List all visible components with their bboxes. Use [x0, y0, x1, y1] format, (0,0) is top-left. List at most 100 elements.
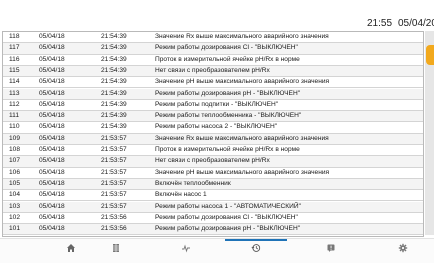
event-log-list[interactable]: 118 05/04/18 21:54:39 Значение Rx выше макс… [2, 31, 424, 237]
bottom-nav [0, 238, 434, 263]
alert-icon [327, 244, 335, 252]
log-id: 110 [9, 123, 20, 131]
nav-tab-settings[interactable] [372, 239, 434, 264]
log-row[interactable]: 113 05/04/18 21:54:39 Режим работы дозирова… [3, 88, 423, 100]
log-date: 05/04/18 [39, 157, 65, 165]
log-time: 21:53:56 [101, 225, 127, 233]
log-id: 103 [9, 202, 21, 210]
log-date: 05/04/18 [39, 202, 65, 210]
grid-icon [113, 244, 119, 252]
log-row[interactable]: 112 05/04/18 21:54:39 Режим работы подпитки… [3, 100, 423, 112]
log-row[interactable]: 110 05/04/18 21:54:39 Режим работы насоса 2… [3, 122, 423, 134]
log-message: Проток в измерительной ячейке pH/Rx в но… [155, 55, 300, 63]
log-date: 05/04/18 [39, 123, 65, 131]
nav-tab-history[interactable] [225, 239, 287, 264]
log-id: 115 [9, 66, 20, 74]
log-message: Режим работы дозирования pH - "ВЫКЛЮЧЕН" [155, 89, 301, 97]
log-time: 21:54:39 [101, 66, 127, 74]
log-message: Режим работы насоса 1 - "АВТОМАТИЧЕСКИЙ" [155, 202, 301, 210]
log-date: 05/04/18 [39, 112, 65, 120]
log-date: 05/04/18 [39, 89, 65, 97]
log-message: Значение pH выше максимального аварийног… [155, 78, 330, 86]
log-message: Значение Rx выше максимального аварийног… [155, 134, 329, 142]
nav-tab-trends[interactable] [155, 239, 217, 264]
log-row[interactable]: 115 05/04/18 21:54:39 Нет связи с преобразо… [3, 65, 423, 78]
log-row[interactable]: 117 05/04/18 21:54:39 Режим работы дозирова… [3, 43, 423, 55]
gear-icon [398, 243, 408, 253]
log-date: 05/04/18 [39, 33, 65, 40]
log-id: 102 [9, 213, 21, 221]
log-row[interactable]: 107 05/04/18 21:53:57 Нет связи с преобразо… [3, 156, 423, 168]
log-message: Режим работы дозирования Cl - "ВЫКЛЮЧЕН" [155, 213, 298, 221]
log-id: 108 [9, 146, 21, 153]
log-time: 21:54:39 [101, 44, 127, 52]
log-row[interactable]: 102 05/04/18 21:53:56 Режим работы дозирова… [3, 213, 423, 225]
log-message: Включён теплообменник [155, 179, 231, 187]
log-id: 107 [9, 157, 21, 165]
log-row[interactable]: 101 05/04/18 21:53:56 Режим работы дозирова… [3, 224, 423, 236]
log-date: 05/04/18 [39, 134, 65, 142]
log-id: 104 [9, 191, 21, 199]
log-message: Значение Rx выше максимального аварийног… [155, 33, 329, 40]
log-time: 21:54:39 [101, 55, 127, 63]
log-date: 05/04/18 [39, 168, 65, 176]
log-id: 112 [9, 100, 20, 108]
log-id: 106 [9, 168, 21, 176]
home-icon [67, 244, 75, 252]
log-time: 21:54:39 [101, 33, 127, 40]
log-message: Режим работы дозирования pH - "ВЫКЛЮЧЕН" [155, 225, 301, 233]
log-message: Включён насос 1 [155, 191, 207, 199]
log-date: 05/04/18 [39, 191, 65, 199]
log-row[interactable]: 104 05/04/18 21:53:57 Включён насос 1 [3, 190, 423, 202]
log-row[interactable]: 111 05/04/18 21:54:39 Режим работы теплообм… [3, 111, 423, 123]
log-message: Нет связи с преобразователем pH/Rx [155, 157, 270, 165]
history-icon [251, 244, 261, 252]
log-message: Проток в измерительной ячейке pH/Rx в но… [155, 146, 300, 153]
log-message: Значение pH выше максимального аварийног… [155, 168, 330, 176]
log-time: 21:53:56 [101, 213, 127, 221]
log-id: 117 [9, 44, 20, 52]
log-time: 21:54:39 [101, 112, 127, 120]
log-message: Режим работы насоса 2 - "ВЫКЛЮЧЕН" [155, 123, 278, 131]
log-row[interactable]: 103 05/04/18 21:53:57 Режим работы насоса 1… [3, 201, 423, 213]
log-row[interactable]: 114 05/04/18 21:54:39 Значение pH выше макс… [3, 77, 423, 89]
clock-date: 05/04/2018 [398, 18, 434, 29]
log-id: 116 [9, 55, 20, 63]
log-id: 101 [9, 225, 21, 233]
log-time: 21:53:57 [101, 134, 127, 142]
log-id: 111 [9, 112, 20, 120]
log-id: 114 [9, 78, 20, 86]
log-id: 118 [9, 33, 20, 40]
log-date: 05/04/18 [39, 78, 65, 86]
log-id: 109 [9, 134, 21, 142]
nav-tab-overview[interactable] [85, 239, 147, 264]
log-date: 05/04/18 [39, 55, 65, 63]
log-time: 21:54:39 [101, 78, 127, 86]
log-message: Режим работы дозирования Cl - "ВЫКЛЮЧЕН" [155, 44, 298, 52]
nav-tab-alarms[interactable] [300, 239, 362, 264]
log-date: 05/04/18 [39, 225, 65, 233]
log-time: 21:53:57 [101, 179, 127, 187]
log-row[interactable]: 108 05/04/18 21:53:57 Проток в измерительно… [3, 145, 423, 157]
log-time: 21:53:57 [101, 157, 127, 165]
log-row[interactable]: 116 05/04/18 21:54:39 Проток в измерительно… [3, 55, 423, 66]
log-time: 21:53:57 [101, 202, 127, 210]
log-row[interactable]: 118 05/04/18 21:54:39 Значение Rx выше макс… [3, 32, 423, 44]
log-date: 05/04/18 [39, 44, 65, 52]
log-row[interactable]: 105 05/04/18 21:53:57 Включён теплообменник [3, 178, 423, 191]
log-row[interactable]: 109 05/04/18 21:53:57 Значение Rx выше макс… [3, 133, 423, 145]
log-time: 21:53:57 [101, 146, 127, 153]
log-time: 21:54:39 [101, 100, 127, 108]
log-date: 05/04/18 [39, 100, 65, 108]
log-id: 113 [9, 89, 20, 97]
log-time: 21:54:39 [101, 89, 127, 97]
scroll-thumb[interactable] [426, 45, 434, 65]
log-message: Режим работы теплообменника - "ВЫКЛЮЧЕН" [155, 112, 302, 120]
log-message: Режим работы подпитки - "ВЫКЛЮЧЕН" [155, 100, 279, 108]
log-row[interactable]: 106 05/04/18 21:53:57 Значение pH выше макс… [3, 168, 423, 179]
log-date: 05/04/18 [39, 213, 65, 221]
log-scrollbar[interactable] [425, 31, 434, 235]
clock-time: 21:55 [367, 18, 393, 29]
log-date: 05/04/18 [39, 66, 65, 74]
status-bar: 21:55 05/04/2018 [0, 0, 434, 30]
